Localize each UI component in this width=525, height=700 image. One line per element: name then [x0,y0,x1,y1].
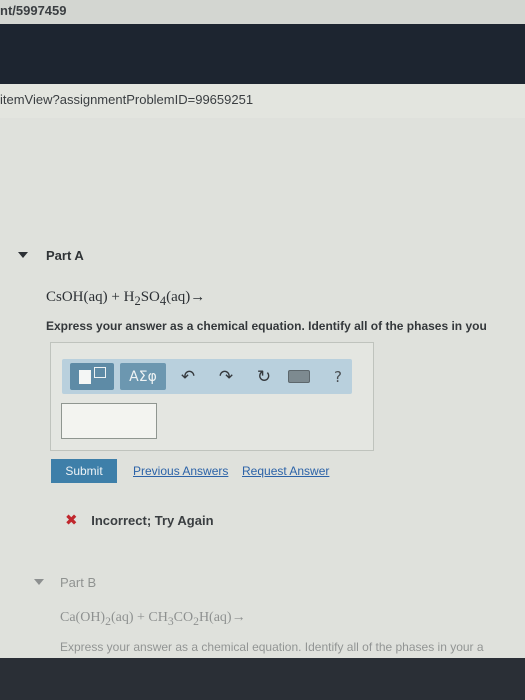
part-b-collapse-caret-icon[interactable] [34,579,44,585]
help-button[interactable]: ? [326,363,350,390]
part-a-equation: CsOH(aq) + H2SO4(aq)→ [46,289,206,308]
template-superscript-icon [93,367,106,378]
browser-top-strip: nt/5997459 [0,0,525,24]
templates-button[interactable] [70,363,114,390]
submit-button[interactable]: Submit [51,459,117,483]
template-block-icon [78,369,91,384]
request-answer-link[interactable]: Request Answer [242,464,329,478]
part-a-title[interactable]: Part A [46,248,84,263]
url-fragment: nt/5997459 [0,3,67,18]
keyboard-icon [288,370,310,383]
incorrect-x-icon: ✖ [65,511,78,529]
part-b-equation: Ca(OH)2(aq) + CH3CO2H(aq)→ [60,610,246,628]
equation-toolbar: ΑΣφ ↶ ↷ ↻ ? [62,359,352,394]
greek-symbols-button[interactable]: ΑΣφ [120,363,166,390]
undo-icon[interactable]: ↶ [176,363,200,390]
keyboard-button[interactable] [286,363,312,390]
feedback-text: Incorrect; Try Again [91,513,214,528]
part-a-collapse-caret-icon[interactable] [18,252,28,258]
answer-input[interactable] [61,403,157,439]
feedback-message: ✖ Incorrect; Try Again [65,511,214,529]
address-text: itemView?assignmentProblemID=99659251 [0,92,254,107]
address-bar[interactable]: itemView?assignmentProblemID=99659251 [0,84,525,119]
previous-answers-link[interactable]: Previous Answers [133,464,228,478]
redo-icon[interactable]: ↷ [214,363,238,390]
browser-chrome-band [0,24,525,84]
bottom-frame [0,658,525,700]
part-b-instruction: Express your answer as a chemical equati… [60,640,484,654]
part-b-title[interactable]: Part B [60,575,96,590]
part-a-instruction: Express your answer as a chemical equati… [46,319,487,333]
reset-icon[interactable]: ↻ [252,363,276,390]
